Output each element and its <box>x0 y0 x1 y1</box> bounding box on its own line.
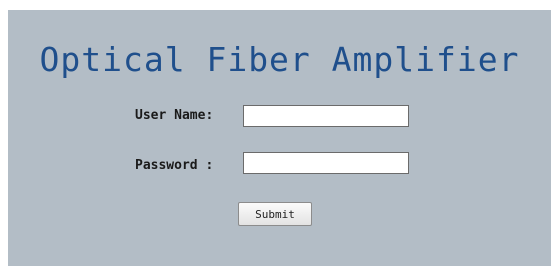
password-label: Password : <box>135 158 214 173</box>
password-input[interactable] <box>243 152 409 174</box>
username-label: User Name: <box>135 108 214 123</box>
submit-button[interactable]: Submit <box>238 202 312 226</box>
page-title: Optical Fiber Amplifier <box>39 40 520 79</box>
login-panel: Optical Fiber Amplifier User Name: Passw… <box>8 10 551 266</box>
username-input[interactable] <box>243 105 409 127</box>
